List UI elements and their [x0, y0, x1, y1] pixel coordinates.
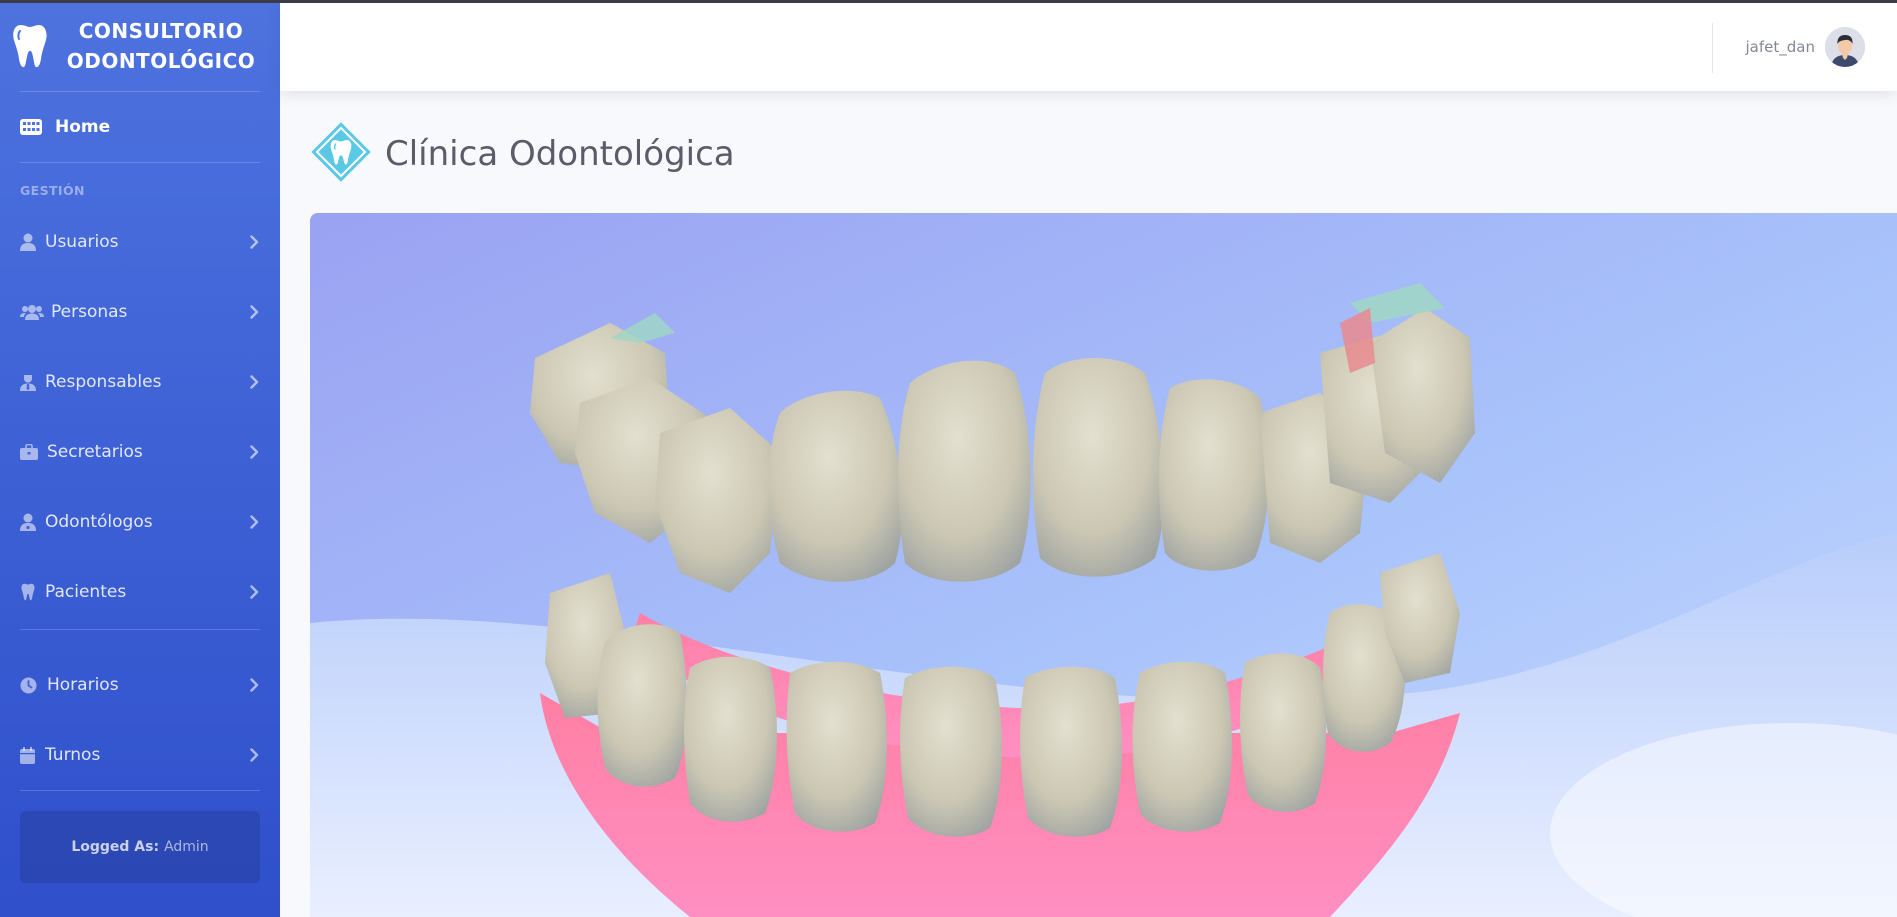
- topbar-divider: [1712, 23, 1713, 73]
- sidebar-divider: [20, 790, 260, 791]
- topbar: jafet_dan: [280, 3, 1897, 91]
- brand-title: CONSULTORIO ODONTOLÓGICO: [50, 16, 280, 76]
- sidebar-item-horarios[interactable]: Horarios: [0, 650, 280, 720]
- sidebar-item-label: Pacientes: [45, 582, 127, 602]
- sidebar-item-label: Odontólogos: [45, 512, 153, 532]
- chevron-right-icon: [248, 747, 260, 763]
- sidebar-item-label: Home: [55, 117, 111, 137]
- sidebar-heading: GESTIÓN: [20, 183, 85, 198]
- logged-as-label: Logged As:: [71, 839, 160, 855]
- sidebar-item-secretarios[interactable]: Secretarios: [0, 417, 280, 487]
- sidebar-item-odontologos[interactable]: Odontólogos: [0, 487, 280, 557]
- user-doctor-icon: [20, 512, 42, 532]
- brand-title-line1: CONSULTORIO: [78, 18, 244, 43]
- sidebar-item-usuarios[interactable]: Usuarios: [0, 207, 280, 277]
- dashboard-icon: [20, 117, 42, 137]
- sidebar: CONSULTORIO ODONTOLÓGICO Home GESTIÓN Us…: [0, 0, 280, 917]
- window-top-border: [0, 0, 1897, 3]
- chevron-right-icon: [248, 444, 260, 460]
- page-header: Clínica Odontológica: [309, 120, 735, 188]
- calendar-icon: [20, 745, 42, 765]
- teeth-model-illustration: [310, 213, 1897, 917]
- hero-image: [310, 213, 1897, 917]
- sidebar-item-personas[interactable]: Personas: [0, 277, 280, 347]
- person-tie-icon: [20, 372, 42, 392]
- clinic-tooth-logo-icon: [309, 120, 373, 188]
- users-icon: [20, 302, 48, 322]
- sidebar-item-label: Horarios: [47, 675, 119, 695]
- brand-title-line2: ODONTOLÓGICO: [66, 48, 256, 73]
- sidebar-item-home[interactable]: Home: [0, 92, 280, 162]
- chevron-right-icon: [248, 234, 260, 250]
- page-title: Clínica Odontológica: [385, 134, 735, 174]
- clock-icon: [20, 675, 42, 695]
- sidebar-item-label: Personas: [51, 302, 128, 322]
- user-icon: [20, 232, 42, 252]
- sidebar-item-pacientes[interactable]: Pacientes: [0, 557, 280, 627]
- chevron-right-icon: [248, 584, 260, 600]
- username: jafet_dan: [1745, 38, 1815, 56]
- briefcase-icon: [20, 442, 42, 462]
- chevron-right-icon: [248, 514, 260, 530]
- logged-as-value: Admin: [164, 839, 209, 855]
- sidebar-item-label: Usuarios: [45, 232, 119, 252]
- sidebar-item-turnos[interactable]: Turnos: [0, 720, 280, 790]
- sidebar-item-responsables[interactable]: Responsables: [0, 347, 280, 417]
- user-dropdown[interactable]: jafet_dan: [1746, 27, 1865, 67]
- sidebar-brand[interactable]: CONSULTORIO ODONTOLÓGICO: [0, 0, 280, 91]
- chevron-right-icon: [248, 677, 260, 693]
- logged-as-card: Logged As: Admin: [20, 811, 260, 883]
- chevron-right-icon: [248, 374, 260, 390]
- tooth-icon: [10, 21, 50, 71]
- sidebar-item-label: Responsables: [45, 372, 162, 392]
- tooth-icon: [20, 582, 42, 602]
- sidebar-item-label: Turnos: [45, 745, 101, 765]
- avatar[interactable]: [1825, 27, 1865, 67]
- chevron-right-icon: [248, 304, 260, 320]
- sidebar-item-label: Secretarios: [47, 442, 143, 462]
